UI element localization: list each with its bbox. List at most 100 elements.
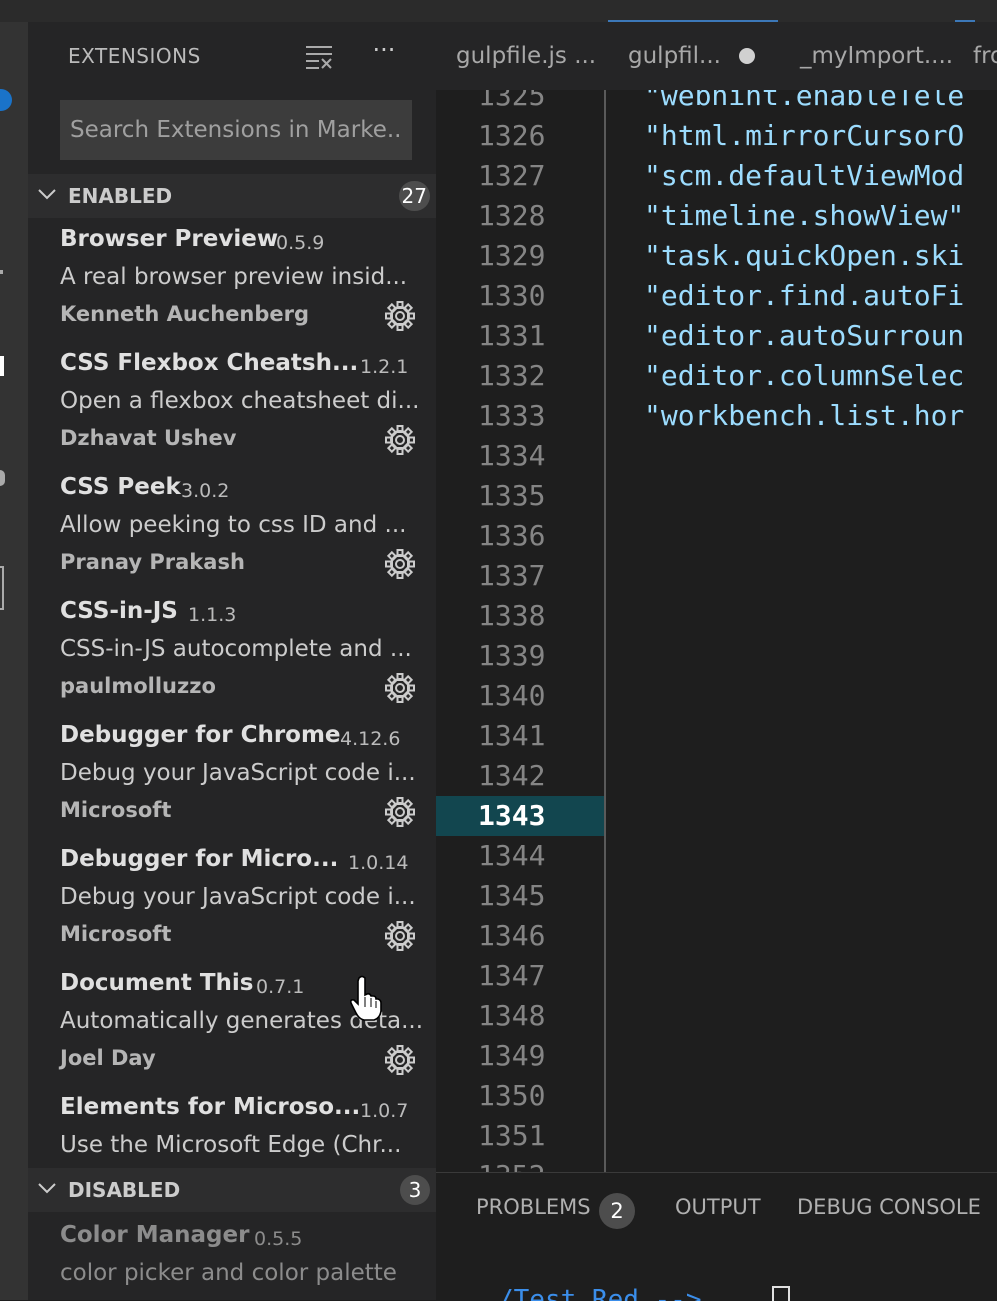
extension-version: 1.0.7: [360, 1100, 409, 1122]
terminal-output-text: /Test Red -->: [498, 1285, 702, 1301]
extension-name: Debugger for Chrome: [60, 722, 341, 748]
line-number: 1333: [478, 399, 546, 432]
code-line[interactable]: "task.quickOpen.ski: [644, 236, 964, 276]
activity-bar: [0, 22, 28, 1300]
extension-version: 1.2.1: [360, 356, 409, 378]
extension-publisher: Dzhavat Ushev: [60, 426, 237, 450]
enabled-section-header[interactable]: ENABLED 27: [28, 174, 436, 218]
sidebar-header: EXTENSIONS ···: [28, 22, 436, 90]
extension-item[interactable]: CSS Flexbox Cheatsh... 1.2.1 Open a flex…: [28, 342, 436, 466]
extension-description: Debug your JavaScript code i...: [60, 760, 416, 786]
extensions-sidebar: EXTENSIONS ··· ENABLED 27 Browser Previe…: [28, 22, 436, 1300]
debug-activity-icon[interactable]: [0, 470, 5, 486]
line-number: 1352: [436, 1156, 604, 1172]
line-number: 1329: [478, 239, 546, 272]
code-line[interactable]: "timeline.showView": [644, 196, 964, 236]
accounts-badge-icon[interactable]: [0, 89, 12, 111]
line-number: 1330: [478, 279, 546, 312]
line-number: 1340: [478, 679, 546, 712]
line-number: 1348: [478, 999, 546, 1032]
extensions-activity-icon[interactable]: [0, 356, 4, 376]
active-line-number: 1343: [436, 796, 604, 836]
code-line[interactable]: "workbench.list.hor: [644, 396, 964, 436]
extension-version: 3.0.2: [181, 480, 230, 502]
extension-name: CSS Flexbox Cheatsh...: [60, 350, 359, 376]
tab-debug-console[interactable]: DEBUG CONSOLE: [797, 1195, 981, 1219]
hand-pointer-cursor-icon: [350, 975, 382, 1021]
extension-name: Color Manager: [60, 1222, 250, 1248]
manage-gear-icon[interactable]: [384, 672, 416, 704]
extension-version: 1.0.14: [348, 852, 409, 874]
clear-extensions-search-icon[interactable]: [304, 44, 334, 70]
line-number: 1349: [478, 1039, 546, 1072]
extension-publisher: Kenneth Auchenberg: [60, 302, 310, 326]
extension-description: Allow peeking to css ID and ...: [60, 512, 407, 538]
code-line[interactable]: "scm.defaultViewMod: [644, 156, 964, 196]
line-number: 1331: [478, 319, 546, 352]
code-line[interactable]: "editor.find.autoFi: [644, 276, 964, 316]
remote-activity-icon[interactable]: [0, 566, 4, 610]
tab-output[interactable]: OUTPUT: [675, 1195, 761, 1219]
extension-name: CSS Peek: [60, 474, 181, 500]
code-line[interactable]: "editor.columnSelec: [644, 356, 964, 396]
extension-item[interactable]: Browser Preview 0.5.9 A real browser pre…: [28, 218, 436, 342]
extension-description: CSS-in-JS autocomplete and ...: [60, 636, 412, 662]
extension-publisher: Microsoft: [60, 922, 172, 946]
line-number: 1327: [478, 159, 546, 192]
code-editor[interactable]: 1325 1326 1327 1328 1329 1330 1331 1332 1333 1334…: [436, 90, 997, 1172]
extension-description: Open a flexbox cheatsheet di...: [60, 388, 420, 414]
line-number: 1337: [478, 559, 546, 592]
line-number: 1328: [478, 199, 546, 232]
line-number: 1347: [478, 959, 546, 992]
extension-publisher: Pranay Prakash: [60, 550, 245, 574]
extension-version: 4.12.6: [340, 728, 401, 750]
line-number: 1346: [478, 919, 546, 952]
more-actions-icon[interactable]: ···: [368, 36, 400, 66]
extension-description: Use the Microsoft Edge (Chr...: [60, 1132, 402, 1158]
code-line[interactable]: "webhint.enableTele: [644, 90, 964, 116]
manage-gear-icon[interactable]: [384, 796, 416, 828]
extension-item[interactable]: CSS-in-JS 1.1.3 CSS-in-JS autocomplete a…: [28, 590, 436, 714]
extension-item[interactable]: Debugger for Chrome 4.12.6 Debug your Ja…: [28, 714, 436, 838]
disabled-section-header[interactable]: DISABLED 3: [28, 1168, 436, 1212]
extension-name: Debugger for Micro...: [60, 846, 339, 872]
extension-version: 1.1.3: [188, 604, 237, 626]
tab-problems[interactable]: PROBLEMS: [476, 1195, 591, 1219]
line-number: 1332: [478, 359, 546, 392]
extension-description: Debug your JavaScript code i...: [60, 884, 416, 910]
activity-icon-fragment: [0, 270, 3, 274]
code-line[interactable]: "editor.autoSurroun: [644, 316, 964, 356]
tab-fro[interactable]: fro: [973, 22, 997, 90]
extension-publisher: Joel Day: [60, 1046, 156, 1070]
extension-item[interactable]: Debugger for Micro... 1.0.14 Debug your …: [28, 838, 436, 962]
chevron-down-icon: [36, 1177, 58, 1199]
sidebar-title: EXTENSIONS: [68, 44, 201, 68]
unsaved-dot-icon[interactable]: [739, 48, 755, 64]
line-number: 1345: [478, 879, 546, 912]
tab-gulpfile-js[interactable]: gulpfile.js ...: [456, 22, 596, 90]
manage-gear-icon[interactable]: [384, 548, 416, 580]
disabled-count-badge: 3: [400, 1175, 430, 1205]
manage-gear-icon[interactable]: [384, 1044, 416, 1076]
line-number-gutter: 1325 1326 1327 1328 1329 1330 1331 1332 1333 1334…: [436, 90, 604, 1172]
problems-count-badge: 2: [599, 1193, 635, 1229]
extensions-search-input[interactable]: [60, 100, 412, 160]
manage-gear-icon[interactable]: [384, 424, 416, 456]
terminal-cursor: [772, 1286, 790, 1301]
manage-gear-icon[interactable]: [384, 300, 416, 332]
editor-tab-bar: gulpfile.js ... gulpfil... _myImport....…: [436, 22, 997, 90]
line-number: 1350: [478, 1079, 546, 1112]
bottom-panel: PROBLEMS 2 OUTPUT DEBUG CONSOLE /Test Re…: [436, 1172, 997, 1301]
tab-myimport[interactable]: _myImport....: [800, 22, 953, 90]
extension-name: Document This: [60, 970, 254, 996]
extension-item[interactable]: CSS Peek 3.0.2 Allow peeking to css ID a…: [28, 466, 436, 590]
tab-gulpfile-modified[interactable]: gulpfil...: [628, 22, 721, 90]
extension-name: CSS-in-JS: [60, 598, 178, 624]
manage-gear-icon[interactable]: [384, 920, 416, 952]
extension-name: Browser Preview: [60, 226, 279, 252]
gutter-divider: [604, 90, 606, 1172]
extension-item[interactable]: Elements for Microso... 1.0.7 Use the Mi…: [28, 1086, 436, 1168]
chevron-down-icon: [36, 183, 58, 205]
code-line[interactable]: "html.mirrorCursorO: [644, 116, 964, 156]
disabled-extension-item[interactable]: Color Manager 0.5.5 color picker and col…: [28, 1214, 436, 1300]
